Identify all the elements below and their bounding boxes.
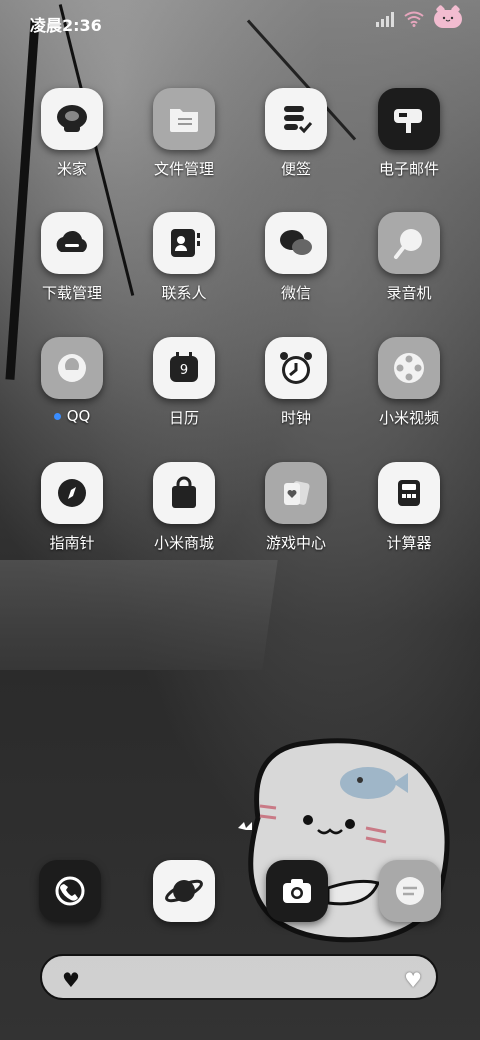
- app-clock[interactable]: 时钟: [241, 337, 351, 428]
- app-label: 联系人: [161, 284, 207, 302]
- compass-icon: [41, 462, 103, 524]
- recorder-icon: [378, 212, 440, 274]
- app-calculator[interactable]: 计算器: [354, 462, 464, 553]
- app-notes[interactable]: 便签: [241, 88, 351, 179]
- qq-icon: [41, 337, 103, 399]
- shopping-bag-icon: [153, 462, 215, 524]
- app-label: 录音机: [386, 284, 432, 302]
- app-label: 计算器: [386, 534, 432, 552]
- app-recorder[interactable]: 录音机: [354, 212, 464, 303]
- app-download-manager[interactable]: 下载管理: [17, 212, 127, 303]
- app-wechat[interactable]: 微信: [241, 212, 351, 303]
- wifi-icon: [404, 11, 424, 27]
- calendar-icon: 9: [153, 337, 215, 399]
- app-label: QQ: [17, 407, 127, 425]
- app-label: 微信: [280, 284, 311, 302]
- app-label: 游戏中心: [265, 534, 326, 552]
- calculator-icon: [378, 462, 440, 524]
- contacts-icon: [153, 212, 215, 274]
- dock-phone[interactable]: [39, 860, 101, 922]
- mailbox-icon: [378, 88, 440, 150]
- calendar-day: 9: [179, 363, 189, 378]
- app-calendar[interactable]: 9 日历: [129, 337, 239, 428]
- alarm-clock-icon: [265, 337, 327, 399]
- playing-cards-icon: [265, 462, 327, 524]
- app-mi-store[interactable]: 小米商城: [129, 462, 239, 553]
- folder-icon: [153, 88, 215, 150]
- app-label: 米家: [56, 160, 87, 178]
- dock-messages[interactable]: [379, 860, 441, 922]
- messages-icon: [379, 860, 441, 922]
- app-email[interactable]: 电子邮件: [354, 88, 464, 179]
- app-label: 下载管理: [41, 284, 102, 302]
- app-file-manager[interactable]: 文件管理: [129, 88, 239, 179]
- app-compass[interactable]: 指南针: [17, 462, 127, 553]
- heart-outline-icon: ♥: [404, 968, 422, 992]
- app-label: 电子邮件: [378, 160, 439, 178]
- dock-camera[interactable]: [266, 860, 328, 922]
- app-game-center[interactable]: 游戏中心: [241, 462, 351, 553]
- app-label: 日历: [168, 409, 199, 427]
- app-mi-video[interactable]: 小米视频: [354, 337, 464, 428]
- app-label: 文件管理: [153, 160, 214, 178]
- app-mijia[interactable]: 米家: [17, 88, 127, 179]
- status-icons: [376, 10, 462, 28]
- film-reel-icon: [378, 337, 440, 399]
- search-bar[interactable]: ♥ ♥: [40, 954, 438, 1000]
- notification-dot: [53, 413, 61, 420]
- dock-browser[interactable]: [153, 860, 215, 922]
- app-label: 小米商城: [153, 534, 214, 552]
- mijia-icon: [41, 88, 103, 150]
- status-time: 凌晨2:36: [30, 16, 102, 35]
- camera-icon: [266, 860, 328, 922]
- wallpaper-slab: [0, 560, 278, 670]
- phone-icon: [39, 860, 101, 922]
- signal-icon: [376, 11, 394, 27]
- battery-icon: [434, 10, 462, 28]
- app-contacts[interactable]: 联系人: [129, 212, 239, 303]
- notes-icon: [265, 88, 327, 150]
- browser-planet-icon: [153, 860, 215, 922]
- app-label: 指南针: [49, 534, 95, 552]
- heart-icon: ♥: [62, 968, 80, 992]
- app-label: 时钟: [280, 409, 311, 427]
- app-label-text: QQ: [66, 407, 91, 425]
- app-qq[interactable]: QQ: [17, 337, 127, 425]
- app-label: 便签: [280, 160, 311, 178]
- cloud-download-icon: [41, 212, 103, 274]
- app-label: 小米视频: [378, 409, 439, 427]
- wechat-icon: [265, 212, 327, 274]
